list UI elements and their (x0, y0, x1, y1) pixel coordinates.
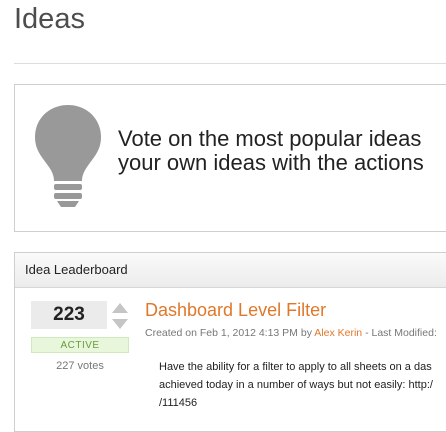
author-link[interactable]: Alex Kerin (314, 327, 362, 339)
description-line-1: Have the ability for a filter to apply t… (159, 361, 432, 373)
page-title: Ideas (14, 3, 85, 35)
caret-up-icon[interactable] (112, 303, 128, 313)
lightbulb-icon (35, 105, 101, 207)
idea-title-link[interactable]: Dashboard Level Filter (145, 300, 326, 321)
vote-count-box: 223 (31, 301, 107, 329)
status-badge: ACTIVE (31, 337, 129, 353)
vote-arrows (111, 302, 129, 330)
banner-line-2: your own ideas with the actions (118, 150, 424, 175)
description-line-2: achieved today in a number of ways but n… (159, 379, 433, 391)
idea-meta: Created on Feb 1, 2012 4:13 PM by Alex K… (145, 327, 437, 339)
idea-leaderboard-panel: Idea Leaderboard 223 ACTIVE 227 votes Da… (14, 252, 446, 432)
banner-message: Vote on the most popular ideas your own … (118, 127, 446, 175)
leaderboard-header: Idea Leaderboard (15, 253, 446, 288)
modified-text: - Last Modified: (365, 327, 437, 339)
title-divider (14, 63, 446, 64)
banner-line-1: Vote on the most popular ideas (118, 126, 422, 151)
description-line-3: /111456 (159, 397, 198, 409)
created-text: Created on Feb 1, 2012 4:13 PM by (145, 327, 312, 339)
ideas-banner: Vote on the most popular ideas your own … (14, 84, 446, 232)
vote-count: 223 (53, 304, 85, 325)
votes-total: 227 votes (56, 360, 104, 372)
caret-down-icon[interactable] (112, 319, 128, 329)
idea-description: Have the ability for a filter to apply t… (159, 358, 446, 412)
